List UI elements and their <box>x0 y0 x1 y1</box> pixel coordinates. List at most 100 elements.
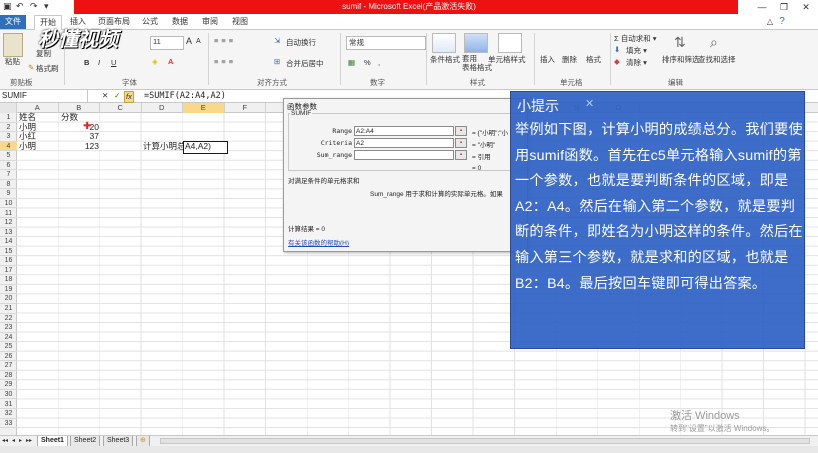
row-header[interactable]: 30 <box>0 390 17 400</box>
row-header[interactable]: 31 <box>0 400 17 410</box>
grow-font-icon[interactable]: A <box>186 36 192 46</box>
row-header[interactable]: 17 <box>0 266 17 276</box>
row-header[interactable]: 22 <box>0 314 17 324</box>
horizontal-scrollbar[interactable] <box>160 438 810 444</box>
row-header[interactable]: 29 <box>0 380 17 390</box>
delete-cells-button[interactable]: 删除 <box>562 54 577 65</box>
row-header[interactable]: 25 <box>0 342 17 352</box>
row-header[interactable]: 19 <box>0 285 17 295</box>
row-header[interactable]: 27 <box>0 361 17 371</box>
confirm-icon[interactable]: ✓ <box>114 90 120 102</box>
name-box[interactable]: SUMIF <box>0 90 88 102</box>
cancel-icon[interactable]: ✕ <box>102 90 108 102</box>
next-sheet-icon[interactable]: ▸ <box>19 437 22 444</box>
maximize-button[interactable]: ❐ <box>774 0 794 14</box>
row-header[interactable]: 9 <box>0 189 17 199</box>
align-left-icons[interactable]: ≡≡≡ <box>214 57 236 66</box>
currency-icon[interactable]: ▦ <box>348 58 355 67</box>
row-header[interactable]: 7 <box>0 170 17 180</box>
status-bar <box>0 446 818 453</box>
bold-button[interactable]: B <box>84 58 89 67</box>
number-format-select[interactable]: 常规 <box>346 36 426 50</box>
select-all-corner[interactable] <box>0 103 17 113</box>
row-header[interactable]: 6 <box>0 161 17 171</box>
percent-button[interactable]: % <box>364 58 371 67</box>
row-header[interactable]: 14 <box>0 237 17 247</box>
minimize-button[interactable]: — <box>752 0 772 14</box>
row-header[interactable]: 33 <box>0 419 17 429</box>
sum-range-input[interactable] <box>354 150 454 160</box>
column-header[interactable]: C <box>100 103 142 113</box>
criteria-input[interactable]: A2 <box>354 138 454 148</box>
row-header[interactable]: 8 <box>0 180 17 190</box>
conditional-format-button[interactable]: 条件格式 <box>430 54 460 65</box>
tab-data[interactable]: 数据 <box>168 15 192 29</box>
row-header[interactable]: 5 <box>0 151 17 161</box>
prev-sheet-icon[interactable]: ◂ <box>12 437 15 444</box>
first-sheet-icon[interactable]: ◂◂ <box>2 437 8 444</box>
clear-button[interactable]: 清除 ▾ <box>626 57 647 68</box>
row-header[interactable]: 24 <box>0 333 17 343</box>
row-header[interactable]: 26 <box>0 352 17 362</box>
cell-style-button[interactable]: 单元格样式 <box>488 54 526 65</box>
align-top-icons[interactable]: ≡≡≡ <box>214 36 236 45</box>
paste-button[interactable]: 粘贴 <box>5 56 20 67</box>
format-cells-button[interactable]: 格式 <box>586 54 601 65</box>
column-header[interactable]: D <box>142 103 183 113</box>
fill-color-icon[interactable]: ◈ <box>152 57 158 66</box>
collapse-dialog-icon[interactable]: ▪ <box>455 150 467 160</box>
tab-view[interactable]: 视图 <box>228 15 252 29</box>
row-header[interactable]: 23 <box>0 323 17 333</box>
font-color-icon[interactable]: A <box>168 57 173 66</box>
cell-a4[interactable]: 小明 <box>19 141 36 152</box>
row-header[interactable]: 12 <box>0 218 17 228</box>
collapse-dialog-icon[interactable]: ▪ <box>455 126 467 136</box>
row-header[interactable]: 4 <box>0 141 17 152</box>
font-size-select[interactable]: 11 <box>150 36 184 50</box>
find-select-button[interactable]: 查找和选择 <box>698 54 736 65</box>
help-icon[interactable]: ? <box>772 15 792 29</box>
function-help-link[interactable]: 有关该函数的帮助(H) <box>288 237 349 247</box>
merge-center-button[interactable]: 合并后居中 <box>286 58 324 69</box>
row-header[interactable]: 15 <box>0 247 17 257</box>
underline-button[interactable]: U <box>111 58 116 67</box>
row-header[interactable]: 10 <box>0 199 17 209</box>
row-header[interactable]: 28 <box>0 371 17 381</box>
insert-function-icon[interactable]: fx <box>124 91 134 103</box>
cell-b4[interactable]: 123 <box>61 141 99 152</box>
row-header[interactable]: 16 <box>0 256 17 266</box>
row-header[interactable]: 32 <box>0 409 17 419</box>
row-header[interactable]: 13 <box>0 228 17 238</box>
close-button[interactable]: ✕ <box>796 0 816 14</box>
row-header[interactable]: 1 <box>0 113 17 123</box>
tab-review[interactable]: 审阅 <box>198 15 222 29</box>
column-header[interactable]: E <box>183 103 225 113</box>
row-header[interactable]: 21 <box>0 304 17 314</box>
autosum-button[interactable]: Σ 自动求和 ▾ <box>614 33 657 44</box>
column-header[interactable]: F <box>225 103 266 113</box>
shrink-font-icon[interactable]: A <box>196 38 201 45</box>
comma-button[interactable]: , <box>378 58 380 67</box>
tab-file[interactable]: 文件 <box>0 15 26 29</box>
tab-formulas[interactable]: 公式 <box>138 15 162 29</box>
paste-icon[interactable] <box>3 33 23 57</box>
cell-d4[interactable]: 计算小明总分 <box>143 142 183 152</box>
row-header[interactable]: 18 <box>0 275 17 285</box>
formula-input[interactable]: =SUMIF(A2:A4,A2) <box>144 90 226 102</box>
collapse-dialog-icon[interactable]: ▪ <box>455 138 467 148</box>
insert-cells-button[interactable]: 插入 <box>540 54 555 65</box>
format-painter-button[interactable]: 格式刷 <box>36 63 59 74</box>
cell-b1[interactable]: 分数 <box>61 112 78 123</box>
row-header[interactable]: 3 <box>0 132 17 142</box>
wrap-text-button[interactable]: 自动换行 <box>286 37 316 48</box>
range-input[interactable]: A2:A4 <box>354 126 454 136</box>
fill-button[interactable]: 填充 ▾ <box>626 45 647 56</box>
tip-close-icon[interactable]: ✕ <box>585 97 594 110</box>
row-header[interactable]: 2 <box>0 123 17 133</box>
last-sheet-icon[interactable]: ▸▸ <box>26 437 32 444</box>
italic-button[interactable]: I <box>98 58 100 67</box>
row-header[interactable]: 11 <box>0 209 17 219</box>
cell-e4-active[interactable]: A4,A2) <box>183 141 228 154</box>
sort-filter-button[interactable]: 排序和筛选 <box>662 54 700 65</box>
row-header[interactable]: 20 <box>0 294 17 304</box>
